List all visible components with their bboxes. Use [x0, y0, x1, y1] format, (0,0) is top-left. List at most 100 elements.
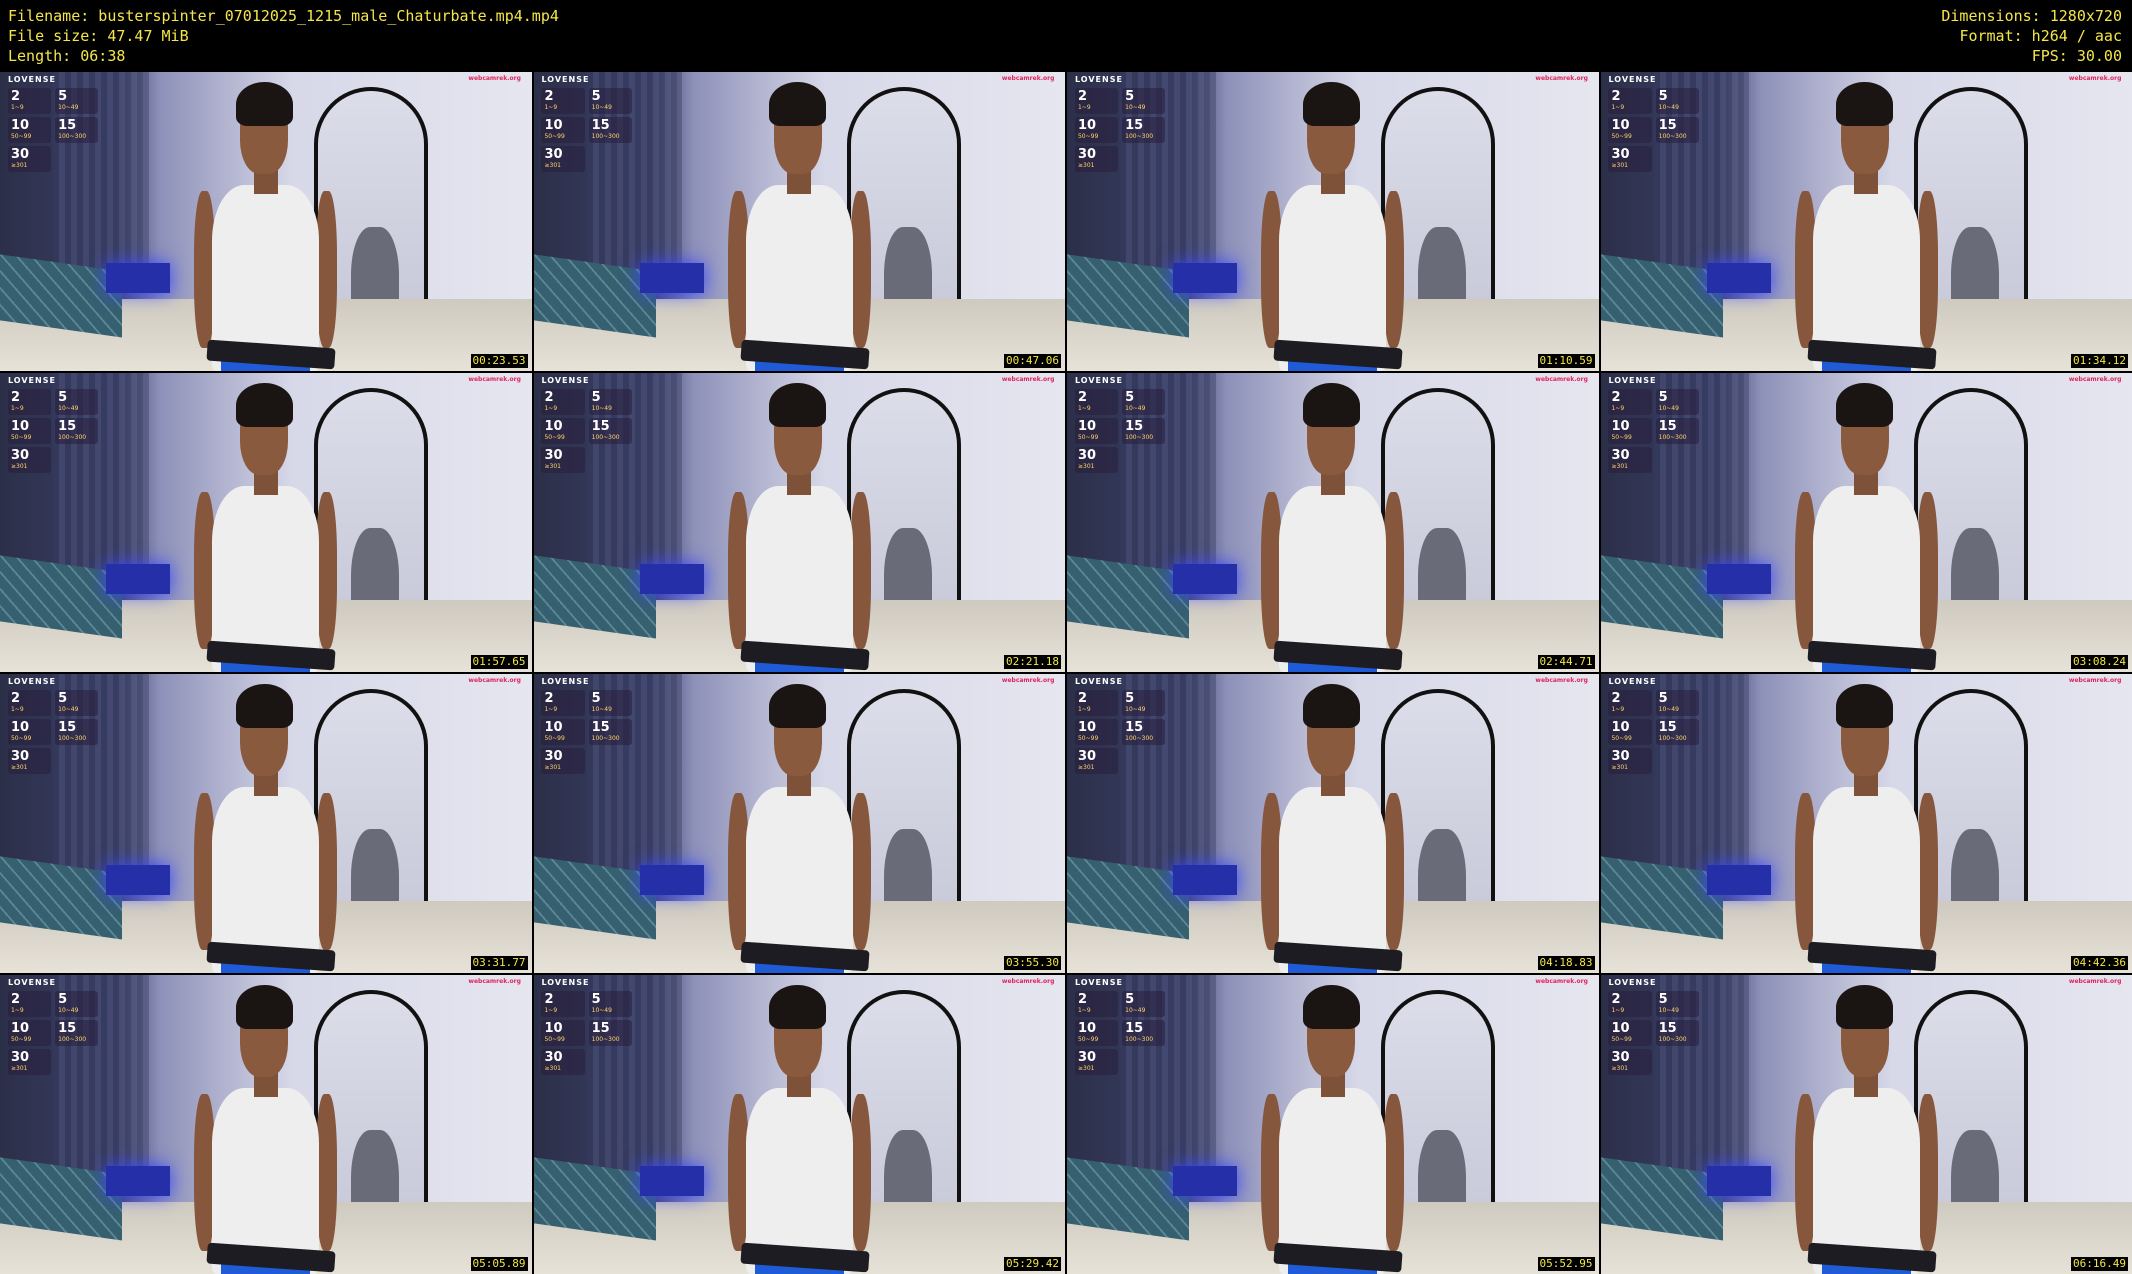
tier-value: 2 — [1077, 690, 1088, 706]
performer — [1258, 984, 1407, 1274]
tip-tier: 5 10~49 — [588, 87, 632, 114]
tier-value: 10 — [1611, 719, 1630, 735]
tier-range: 100~300 — [591, 1035, 620, 1043]
tip-tier: 10 50~99 — [541, 1019, 585, 1046]
lovense-overlay: LOVENSE 2 1~9 5 10~49 10 50~99 15 100~30… — [1074, 75, 1166, 172]
timestamp: 03:55.30 — [1004, 956, 1061, 970]
tier-range: 10~49 — [58, 404, 79, 412]
tier-value: 15 — [58, 719, 77, 735]
timestamp: 02:44.71 — [1537, 655, 1595, 669]
performer — [191, 683, 340, 973]
video-thumbnail[interactable]: LOVENSE 2 1~9 5 10~49 10 50~99 15 100~30… — [1600, 975, 2132, 1274]
tip-tier: 30 ≥301 — [7, 145, 52, 172]
tip-tier: 10 50~99 — [1074, 417, 1119, 444]
tier-value: 5 — [591, 389, 601, 405]
video-thumbnail[interactable]: LOVENSE 2 1~9 5 10~49 10 50~99 15 100~30… — [1600, 674, 2132, 973]
lovense-overlay: LOVENSE 2 1~9 5 10~49 10 50~99 15 100~30… — [1608, 978, 1699, 1075]
tier-range: 100~300 — [591, 132, 620, 140]
tier-range: 100~300 — [1658, 132, 1687, 140]
hair — [1836, 984, 1894, 1030]
tier-range: 1~9 — [544, 705, 558, 713]
watermark: webcamrek.org — [1001, 977, 1055, 985]
tier-range: 50~99 — [1077, 433, 1099, 441]
video-thumbnail[interactable]: LOVENSE 2 1~9 5 10~49 10 50~99 15 100~30… — [1600, 373, 2132, 672]
tier-value: 30 — [10, 146, 30, 162]
tip-tier: 30 ≥301 — [541, 446, 585, 473]
tip-tier: 10 50~99 — [1608, 1019, 1652, 1046]
tip-tier: 10 50~99 — [1608, 116, 1652, 143]
tier-range: 100~300 — [1125, 132, 1154, 140]
tier-range: 10~49 — [58, 103, 79, 111]
tip-tier: 10 50~99 — [541, 417, 585, 444]
lovense-logo: LOVENSE — [1608, 676, 1657, 686]
tier-range: 10~49 — [1125, 404, 1146, 412]
tip-tier: 5 10~49 — [55, 388, 99, 415]
hair — [235, 382, 293, 428]
tier-range: 100~300 — [1125, 1035, 1154, 1043]
tip-tier: 2 1~9 — [541, 990, 585, 1017]
tier-value: 10 — [1611, 1020, 1630, 1036]
tip-tier: 15 100~300 — [1655, 1019, 1699, 1046]
tip-tiers: 2 1~9 5 10~49 10 50~99 15 100~300 30 ≥30… — [1608, 87, 1699, 172]
lovense-logo: LOVENSE — [1074, 676, 1123, 686]
tip-tiers: 2 1~9 5 10~49 10 50~99 15 100~300 30 ≥30… — [7, 689, 99, 774]
video-thumbnail[interactable]: LOVENSE 2 1~9 5 10~49 10 50~99 15 100~30… — [1067, 72, 1599, 371]
tier-range: 1~9 — [1611, 404, 1625, 412]
led-shelf — [1173, 1166, 1238, 1197]
tier-range: 1~9 — [544, 103, 558, 111]
tip-tier: 30 ≥301 — [1074, 145, 1119, 172]
tier-value: 30 — [544, 748, 563, 764]
tier-range: 1~9 — [1077, 103, 1091, 111]
tier-value: 10 — [544, 1020, 563, 1036]
tip-tier: 15 100~300 — [55, 116, 99, 143]
lovense-logo: LOVENSE — [1608, 74, 1657, 84]
format-text: Format: h264 / aac — [1959, 27, 2122, 45]
video-thumbnail[interactable]: LOVENSE 2 1~9 5 10~49 10 50~99 15 100~30… — [533, 975, 1065, 1274]
led-shelf — [106, 263, 171, 294]
video-thumbnail[interactable]: LOVENSE 2 1~9 5 10~49 10 50~99 15 100~30… — [1067, 373, 1599, 672]
video-thumbnail[interactable]: LOVENSE 2 1~9 5 10~49 10 50~99 15 100~30… — [1067, 975, 1599, 1274]
tip-tier: 5 10~49 — [1655, 689, 1699, 716]
video-thumbnail[interactable]: LOVENSE 2 1~9 5 10~49 10 50~99 15 100~30… — [1067, 674, 1599, 973]
tip-tier: 2 1~9 — [541, 87, 585, 114]
hair — [769, 683, 827, 729]
video-thumbnail[interactable]: LOVENSE 2 1~9 5 10~49 10 50~99 15 100~30… — [0, 373, 532, 672]
video-thumbnail[interactable]: LOVENSE 2 1~9 5 10~49 10 50~99 15 100~30… — [0, 975, 532, 1274]
timestamp: 03:31.77 — [470, 956, 528, 970]
tip-tier: 10 50~99 — [1608, 718, 1652, 745]
tip-tier: 30 ≥301 — [541, 145, 585, 172]
video-thumbnail[interactable]: LOVENSE 2 1~9 5 10~49 10 50~99 15 100~30… — [1600, 72, 2132, 371]
tier-value: 15 — [58, 1020, 77, 1036]
tier-value: 10 — [10, 1020, 30, 1036]
tier-value: 10 — [10, 117, 30, 133]
tier-value: 15 — [1658, 719, 1677, 735]
lovense-overlay: LOVENSE 2 1~9 5 10~49 10 50~99 15 100~30… — [541, 677, 632, 774]
tip-tiers: 2 1~9 5 10~49 10 50~99 15 100~300 30 ≥30… — [1074, 388, 1166, 473]
tier-value: 2 — [1077, 88, 1088, 104]
tier-value: 15 — [591, 1020, 610, 1036]
video-thumbnail[interactable]: LOVENSE 2 1~9 5 10~49 10 50~99 15 100~30… — [533, 674, 1065, 973]
timestamp: 04:42.36 — [2071, 956, 2128, 970]
tier-range: 1~9 — [544, 404, 558, 412]
performer — [725, 81, 874, 371]
lovense-logo: LOVENSE — [1074, 977, 1123, 987]
tier-value: 5 — [591, 991, 601, 1007]
video-thumbnail[interactable]: LOVENSE 2 1~9 5 10~49 10 50~99 15 100~30… — [533, 373, 1065, 672]
led-shelf — [1706, 564, 1771, 595]
tip-tier: 15 100~300 — [1122, 116, 1166, 143]
tier-value: 2 — [1611, 389, 1621, 405]
lovense-logo: LOVENSE — [7, 676, 56, 686]
tier-range: 10~49 — [58, 1006, 79, 1014]
lovense-logo: LOVENSE — [541, 977, 590, 987]
lovense-overlay: LOVENSE 2 1~9 5 10~49 10 50~99 15 100~30… — [7, 978, 99, 1075]
tier-value: 2 — [10, 88, 21, 104]
filename-text: Filename: busterspinter_07012025_1215_ma… — [8, 7, 559, 25]
tier-range: ≥301 — [10, 763, 28, 771]
tip-tier: 2 1~9 — [541, 388, 585, 415]
video-thumbnail[interactable]: LOVENSE 2 1~9 5 10~49 10 50~99 15 100~30… — [0, 72, 532, 371]
lovense-overlay: LOVENSE 2 1~9 5 10~49 10 50~99 15 100~30… — [1608, 676, 1699, 774]
video-thumbnail[interactable]: LOVENSE 2 1~9 5 10~49 10 50~99 15 100~30… — [533, 72, 1065, 371]
tier-value: 10 — [1077, 418, 1097, 434]
video-thumbnail[interactable]: LOVENSE 2 1~9 5 10~49 10 50~99 15 100~30… — [0, 674, 532, 973]
hair — [1836, 81, 1894, 127]
